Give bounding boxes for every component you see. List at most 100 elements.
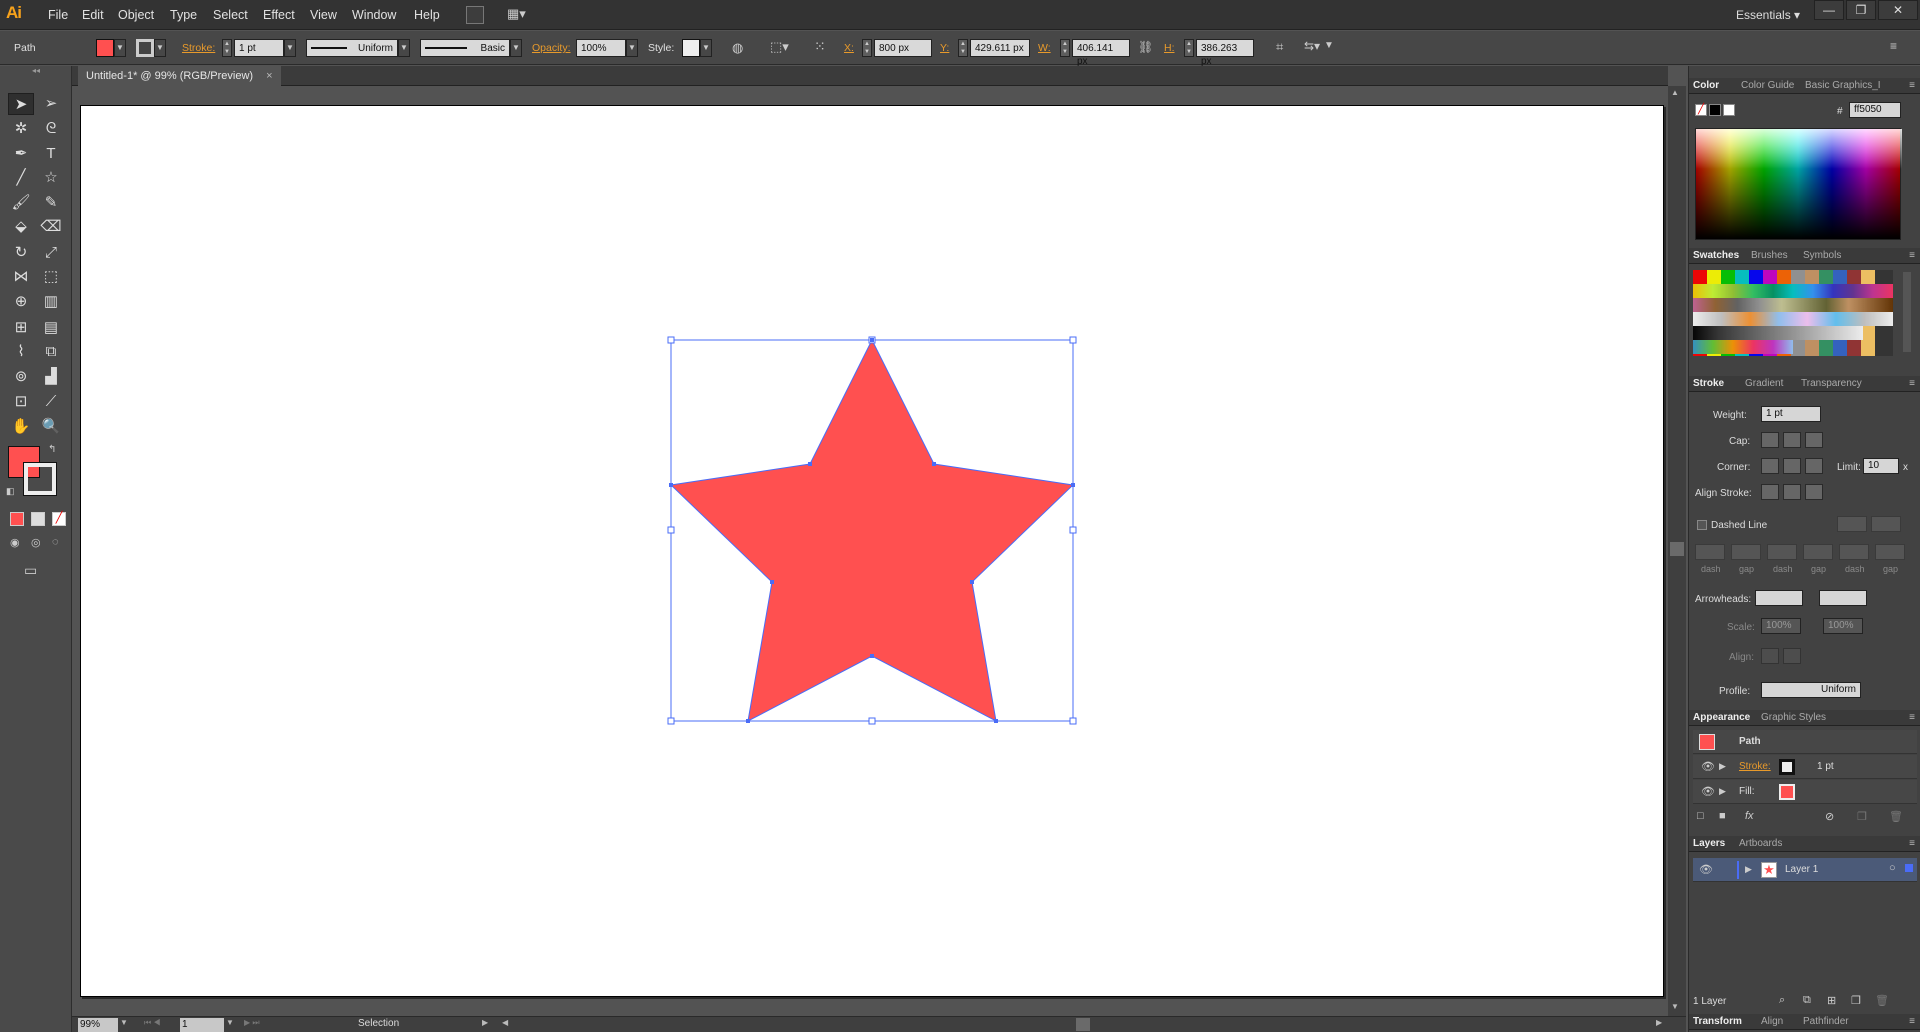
profile-select[interactable]: Uniform (1761, 682, 1861, 698)
status-tool-label[interactable]: Selection (358, 1018, 399, 1029)
appearance-stroke-row[interactable]: 👁 ▶ Stroke: 1 pt (1693, 755, 1917, 779)
layers-panel-menu-icon[interactable]: ≡ (1909, 838, 1915, 849)
white-swatch[interactable] (1723, 104, 1735, 116)
layer-name[interactable]: Layer 1 (1785, 864, 1818, 875)
tab-transparency[interactable]: Transparency (1801, 378, 1862, 389)
stroke-panel-menu-icon[interactable]: ≡ (1909, 378, 1915, 389)
appearance-stroke-value[interactable]: 1 pt (1817, 761, 1834, 772)
align-center-button[interactable] (1761, 484, 1779, 500)
tab-stroke[interactable]: Stroke (1693, 378, 1724, 389)
align-outside-button[interactable] (1805, 484, 1823, 500)
swatch-row-6[interactable] (1693, 340, 1793, 354)
arrow-align-extend-button[interactable] (1761, 648, 1779, 664)
first-artboard-icon[interactable]: ⏮ ◀ (144, 1018, 161, 1028)
hex-field[interactable]: ff5050 (1849, 102, 1901, 118)
swatches-scrollbar[interactable] (1903, 272, 1911, 352)
new-layer-icon[interactable]: ❐ (1851, 994, 1861, 1007)
tab-graphic-styles[interactable]: Graphic Styles (1761, 712, 1826, 723)
appearance-stroke-label[interactable]: Stroke: (1739, 761, 1771, 772)
end-scale-field[interactable]: 100% (1823, 618, 1863, 634)
next-artboard-icon[interactable]: ▶ ⏭ (244, 1018, 260, 1028)
swatch-row-3[interactable] (1693, 298, 1893, 312)
tab-appearance[interactable]: Appearance (1693, 712, 1750, 723)
appearance-fill-swatch[interactable] (1779, 784, 1795, 800)
tab-pathfinder[interactable]: Pathfinder (1803, 1016, 1849, 1027)
scroll-right-icon[interactable]: ▶ (1656, 1018, 1662, 1027)
dash-field-2[interactable] (1767, 544, 1797, 560)
stroke-visibility-icon[interactable]: 👁 (1701, 760, 1715, 773)
limit-input[interactable]: 10 (1863, 458, 1899, 474)
swatch-grid[interactable] (1693, 270, 1893, 356)
tab-swatches[interactable]: Swatches (1693, 250, 1739, 261)
vertical-scroll-thumb[interactable] (1670, 542, 1684, 556)
miter-join-button[interactable] (1761, 458, 1779, 474)
clear-appearance-icon[interactable]: ⊘ (1825, 810, 1834, 823)
artboard-dropdown[interactable]: ▼ (226, 1018, 234, 1027)
swatch-row-4[interactable] (1693, 312, 1893, 326)
stroke-expand-icon[interactable]: ▶ (1719, 761, 1726, 772)
gap-field-2[interactable] (1803, 544, 1833, 560)
appearance-stroke-swatch[interactable] (1779, 759, 1795, 775)
scroll-down-icon[interactable]: ▼ (1671, 1002, 1679, 1011)
dashed-line-checkbox[interactable] (1697, 520, 1707, 530)
tab-transform[interactable]: Transform (1693, 1016, 1742, 1027)
tab-color-guide[interactable]: Color Guide (1741, 80, 1794, 91)
tab-gradient[interactable]: Gradient (1745, 378, 1783, 389)
layer-visibility-icon[interactable]: 👁 (1699, 863, 1713, 876)
tab-symbols[interactable]: Symbols (1803, 250, 1841, 261)
tab-layers[interactable]: Layers (1693, 838, 1725, 849)
start-arrowhead-select[interactable] (1755, 590, 1803, 606)
new-sublayer-icon[interactable]: ⊞ (1827, 994, 1836, 1007)
add-effect-icon[interactable]: fx (1745, 810, 1754, 822)
appearance-panel-menu-icon[interactable]: ≡ (1909, 712, 1915, 723)
layer-expand-icon[interactable]: ▶ (1745, 864, 1752, 875)
status-menu-icon[interactable]: ▶ (482, 1018, 488, 1027)
horizontal-scroll-thumb[interactable] (1076, 1018, 1090, 1031)
delete-item-icon[interactable]: 🗑 (1889, 810, 1903, 823)
swatches-panel-menu-icon[interactable]: ≡ (1909, 250, 1915, 261)
dash-align-button[interactable] (1871, 516, 1901, 532)
round-join-button[interactable] (1783, 458, 1801, 474)
arrow-align-place-button[interactable] (1783, 648, 1801, 664)
appearance-object-row[interactable]: Path (1693, 730, 1917, 754)
tab-brushes[interactable]: Brushes (1751, 250, 1788, 261)
locate-object-icon[interactable]: ⌕ (1779, 994, 1785, 1007)
transform-panel-menu-icon[interactable]: ≡ (1909, 1016, 1915, 1027)
duplicate-item-icon[interactable]: ❐ (1857, 810, 1867, 823)
scroll-up-icon[interactable]: ▲ (1671, 88, 1679, 97)
add-fill-icon[interactable]: ■ (1719, 810, 1726, 822)
zoom-field[interactable]: 99% (78, 1018, 118, 1032)
color-panel-menu-icon[interactable]: ≡ (1909, 80, 1915, 91)
dash-field-3[interactable] (1839, 544, 1869, 560)
layer-row[interactable]: 👁 ▶ ★ Layer 1 ○ (1693, 858, 1917, 882)
end-arrowhead-select[interactable] (1819, 590, 1867, 606)
stroke-weight-input[interactable]: 1 pt (1761, 406, 1821, 422)
tab-artboards[interactable]: Artboards (1739, 838, 1782, 849)
tab-align[interactable]: Align (1761, 1016, 1783, 1027)
scroll-left-icon[interactable]: ◀ (502, 1018, 508, 1027)
color-spectrum[interactable] (1695, 128, 1902, 240)
projecting-cap-button[interactable] (1805, 432, 1823, 448)
tab-color[interactable]: Color (1693, 80, 1719, 91)
dash-field-1[interactable] (1695, 544, 1725, 560)
bevel-join-button[interactable] (1805, 458, 1823, 474)
tab-basic-graphics[interactable]: Basic Graphics_I (1805, 80, 1881, 91)
dash-preserve-button[interactable] (1837, 516, 1867, 532)
star-shape[interactable] (669, 338, 1075, 722)
butt-cap-button[interactable] (1761, 432, 1779, 448)
fill-expand-icon[interactable]: ▶ (1719, 786, 1726, 797)
appearance-fill-row[interactable]: 👁 ▶ Fill: (1693, 780, 1917, 804)
round-cap-button[interactable] (1783, 432, 1801, 448)
swatch-row-5[interactable] (1693, 326, 1863, 340)
align-inside-button[interactable] (1783, 484, 1801, 500)
delete-layer-icon[interactable]: 🗑 (1875, 994, 1889, 1007)
black-swatch[interactable] (1709, 104, 1721, 116)
layer-target-icon[interactable]: ○ (1889, 862, 1896, 874)
vertical-scrollbar[interactable]: ▲ ▼ (1668, 86, 1686, 1016)
zoom-dropdown[interactable]: ▼ (120, 1018, 128, 1027)
gap-field-1[interactable] (1731, 544, 1761, 560)
fill-visibility-icon[interactable]: 👁 (1701, 785, 1715, 798)
none-swatch-icon[interactable]: ╱ (1695, 104, 1707, 116)
start-scale-field[interactable]: 100% (1761, 618, 1801, 634)
clipping-mask-icon[interactable]: ⧉ (1803, 994, 1811, 1007)
